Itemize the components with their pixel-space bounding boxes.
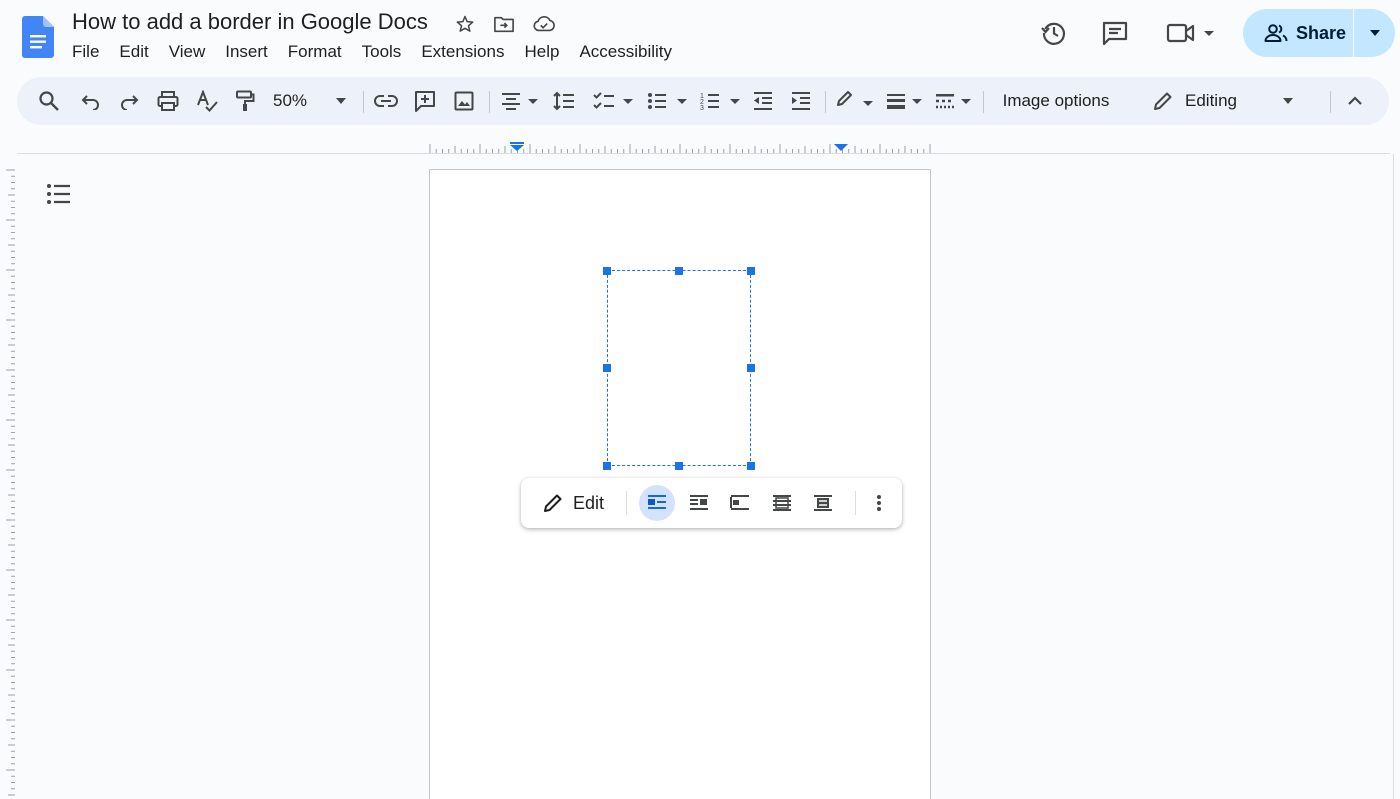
scrollbar-track[interactable] bbox=[1393, 154, 1394, 799]
zoom-dropdown-icon[interactable] bbox=[334, 89, 348, 113]
caret-down-icon bbox=[1282, 98, 1293, 104]
menu-extensions[interactable]: Extensions bbox=[411, 40, 514, 64]
behind-text-icon bbox=[773, 495, 791, 511]
menu-help[interactable]: Help bbox=[514, 40, 569, 64]
border-color-icon[interactable] bbox=[835, 89, 875, 113]
add-comment-icon[interactable] bbox=[413, 89, 437, 113]
menu-format[interactable]: Format bbox=[278, 40, 352, 64]
paint-format-icon[interactable] bbox=[233, 89, 257, 113]
numbered-list-icon[interactable]: 123 bbox=[700, 89, 742, 113]
bubble-divider bbox=[855, 491, 856, 515]
inline-text-icon bbox=[648, 495, 666, 509]
wrap-text-button[interactable] bbox=[681, 485, 717, 521]
toolbar-divider bbox=[983, 91, 984, 113]
increase-indent-icon[interactable] bbox=[789, 89, 813, 113]
spellcheck-icon[interactable] bbox=[195, 89, 219, 113]
document-title[interactable]: How to add a border in Google Docs bbox=[72, 9, 428, 35]
more-options-icon[interactable] bbox=[867, 491, 891, 515]
people-icon bbox=[1264, 24, 1288, 42]
share-main-button[interactable]: Share bbox=[1243, 9, 1353, 57]
wrap-text-icon bbox=[690, 495, 708, 510]
document-outline-icon[interactable] bbox=[46, 183, 72, 205]
image-options-button[interactable]: Image options bbox=[997, 89, 1115, 113]
menu-bar: File Edit View Insert Format Tools Exten… bbox=[62, 40, 682, 64]
resize-handle-bottom-left[interactable] bbox=[603, 462, 611, 470]
comments-icon[interactable] bbox=[1099, 16, 1131, 50]
search-menus-icon[interactable] bbox=[37, 89, 61, 113]
vertical-ruler[interactable] bbox=[4, 168, 16, 799]
svg-text:3: 3 bbox=[700, 105, 704, 111]
resize-handle-top-right[interactable] bbox=[747, 267, 755, 275]
bubble-divider bbox=[626, 491, 627, 515]
resize-handle-bottom-right[interactable] bbox=[747, 462, 755, 470]
border-weight-icon[interactable] bbox=[885, 89, 925, 113]
left-indent-marker[interactable] bbox=[510, 142, 524, 151]
undo-icon[interactable] bbox=[79, 89, 103, 113]
resize-handle-bottom[interactable] bbox=[675, 462, 683, 470]
menu-edit[interactable]: Edit bbox=[109, 40, 158, 64]
share-dropdown-button[interactable] bbox=[1354, 9, 1395, 57]
editing-mode-label: Editing bbox=[1185, 91, 1237, 110]
wrap-inline-button[interactable] bbox=[639, 485, 675, 521]
resize-handle-top[interactable] bbox=[675, 267, 683, 275]
menu-tools[interactable]: Tools bbox=[352, 40, 412, 64]
hide-menus-icon[interactable] bbox=[1343, 89, 1367, 113]
resize-handle-left[interactable] bbox=[603, 364, 611, 372]
pencil-icon bbox=[1154, 92, 1172, 110]
checklist-icon[interactable] bbox=[593, 89, 635, 113]
insert-image-icon[interactable] bbox=[452, 89, 476, 113]
line-spacing-icon[interactable] bbox=[552, 89, 576, 113]
border-dash-icon[interactable] bbox=[934, 89, 974, 113]
align-icon[interactable] bbox=[500, 89, 540, 113]
title-bar: How to add a border in Google Docs File … bbox=[0, 0, 1400, 72]
docs-logo-icon[interactable] bbox=[22, 16, 54, 58]
editing-mode-select[interactable]: Editing bbox=[1153, 89, 1313, 113]
share-button[interactable]: Share bbox=[1243, 9, 1395, 57]
toolbar-divider bbox=[825, 91, 826, 113]
pencil-icon bbox=[544, 494, 562, 512]
decrease-indent-icon[interactable] bbox=[751, 89, 775, 113]
edit-image-label: Edit bbox=[573, 492, 605, 513]
toolbar-divider bbox=[363, 91, 364, 113]
resize-handle-top-left[interactable] bbox=[603, 267, 611, 275]
print-icon[interactable] bbox=[156, 89, 180, 113]
zoom-select[interactable]: 50% bbox=[273, 89, 315, 113]
meet-camera-icon[interactable] bbox=[1165, 16, 1221, 50]
redo-icon[interactable] bbox=[117, 89, 141, 113]
menu-insert[interactable]: Insert bbox=[215, 40, 278, 64]
insert-link-icon[interactable] bbox=[374, 89, 398, 113]
star-icon[interactable] bbox=[453, 12, 477, 36]
selected-image-frame[interactable] bbox=[607, 270, 751, 466]
in-front-of-text-button[interactable] bbox=[805, 485, 841, 521]
break-text-button[interactable] bbox=[722, 485, 758, 521]
image-bubble-toolbar: Edit bbox=[521, 478, 902, 528]
image-options-label: Image options bbox=[1002, 91, 1110, 110]
version-history-icon[interactable] bbox=[1038, 16, 1070, 50]
break-text-icon bbox=[730, 495, 749, 510]
behind-text-button[interactable] bbox=[764, 485, 800, 521]
caret-down-icon bbox=[1369, 30, 1380, 36]
toolbar-divider bbox=[489, 91, 490, 113]
menu-view[interactable]: View bbox=[159, 40, 216, 64]
bulleted-list-icon[interactable] bbox=[647, 89, 689, 113]
move-to-folder-icon[interactable] bbox=[492, 12, 516, 36]
in-front-of-text-icon bbox=[814, 495, 832, 511]
share-label: Share bbox=[1296, 22, 1347, 43]
cloud-saved-icon[interactable] bbox=[531, 12, 557, 36]
zoom-value: 50% bbox=[273, 91, 308, 110]
menu-file[interactable]: File bbox=[62, 40, 109, 64]
ruler-divider bbox=[17, 153, 1390, 154]
toolbar-divider bbox=[1330, 91, 1331, 113]
edit-image-button[interactable]: Edit bbox=[543, 491, 604, 515]
resize-handle-right[interactable] bbox=[747, 364, 755, 372]
menu-accessibility[interactable]: Accessibility bbox=[569, 40, 682, 64]
main-toolbar: 50% 123 Image options Editing bbox=[17, 77, 1389, 125]
